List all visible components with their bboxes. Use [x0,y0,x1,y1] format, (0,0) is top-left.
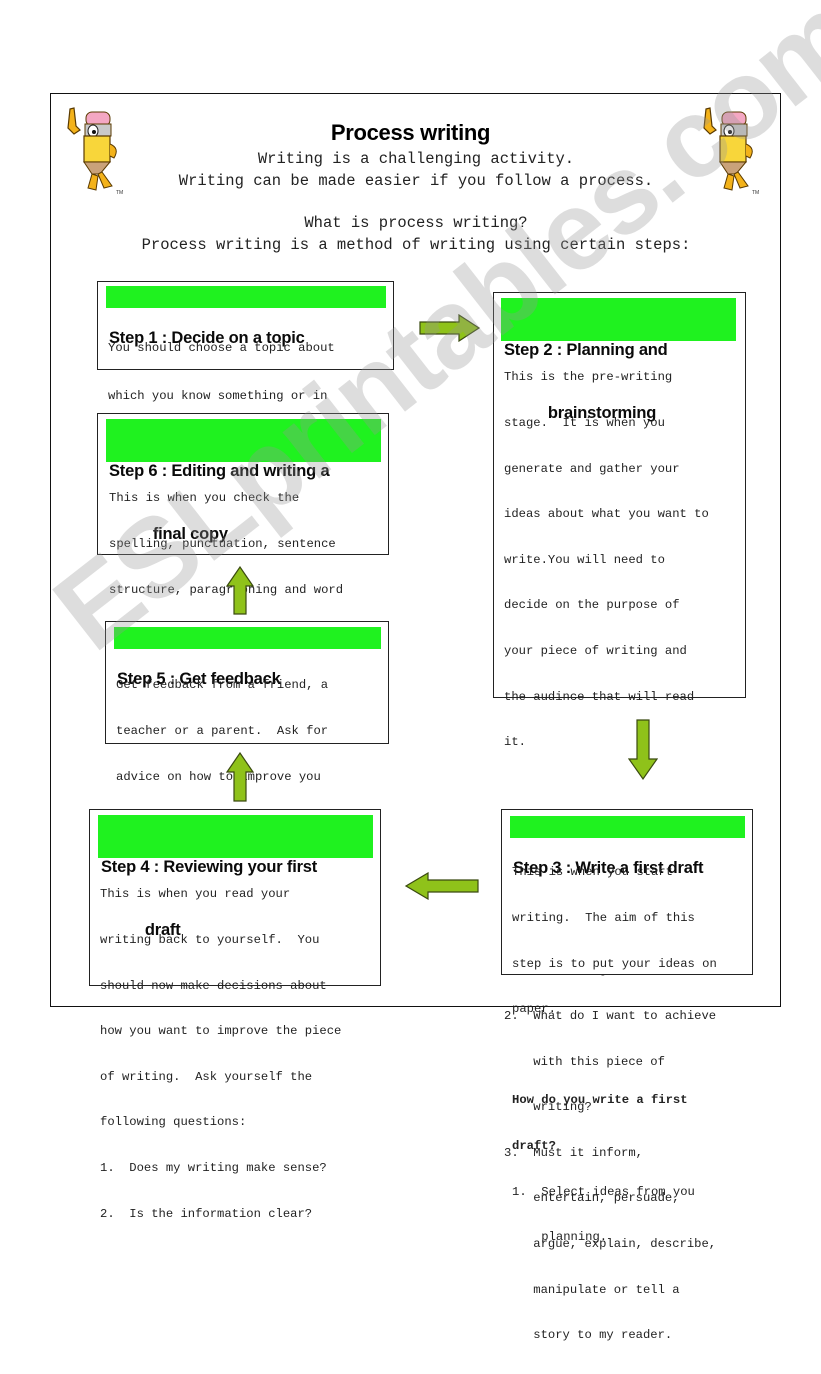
step-2-box: Step 2 : Planning and brainstorming This… [493,292,746,1342]
step-2-question-line: story to my reader. [504,1328,673,1343]
arrow-up-icon-step5-to-6 [226,566,254,615]
step-2-heading: Step 2 : Planning and brainstorming [501,298,736,422]
arrow-up-icon-step4-to-5 [226,752,254,802]
step-6-heading: Step 6 : Editing and writing a final cop… [106,419,381,543]
step-2-body-line: the audince that will read [504,689,695,704]
step-4-box: Step 4 : Reviewing your first draft This… [89,809,381,1221]
step-4-body-line: This is when you read your [100,887,291,902]
page-title: Process writing [330,120,491,145]
step-5-heading: Step 5 : Get feedback [114,627,381,688]
svg-text:TM: TM [116,190,123,196]
step-3-subheading: How do you write a first [512,1093,688,1108]
intro-line-1: Writing is a challenging activity. [257,150,575,168]
step-4-heading: Step 4 : Reviewing your first draft [98,815,373,939]
step-3-body-line: paper. [512,1002,556,1017]
step-4-body: This is when you read your writing back … [100,857,341,1252]
question-line: What is process writing? [304,214,528,232]
step-3-body: This is when you start writing. The aim … [512,835,717,1276]
step-2-body-line: decide on the purpose of [504,598,680,613]
step-2-question-line: manipulate or tell a [504,1282,680,1297]
step-1-body-line: You should choose a topic about [108,341,335,355]
arrow-left-icon [404,872,479,900]
step-3-body-line [512,1048,717,1063]
definition-line: Process writing is a method of writing u… [141,236,691,254]
step-4-question-line: 2. Is the information clear? [100,1206,313,1221]
step-6-body-line: This is when you check the [109,491,300,506]
step-2-body-line: your piece of writing and [504,644,687,659]
step-4-body-line: how you want to improve the piece [100,1024,342,1039]
arrow-down-icon [628,719,658,781]
step-3-list-line: planning. [512,1230,608,1245]
step-1-body-line: which you know something or in [108,389,328,403]
step-3-box: Step 3 : Write a first draft This is whe… [501,809,753,1244]
arrow-right-icon [419,314,481,342]
step-2-body-line: it. [504,735,526,750]
step-3-body-line: This is when you start [512,865,673,880]
step-1-heading: Step 1 : Decide on a topic [106,286,386,347]
step-3-body-line: step is to put your ideas on [512,956,717,971]
step-6-body-line: spelling, punctuation, sentence [109,537,336,552]
step-2-body-line [504,781,716,796]
step-4-body-line: should now make decisions about [100,978,327,993]
step-2-body-line: ideas about what you want to [504,507,709,522]
step-3-body-line: writing. The aim of this [512,911,695,926]
step-6-box: Step 6 : Editing and writing a final cop… [97,413,389,733]
step-1-box: Step 1 : Decide on a topic You should ch… [97,281,394,454]
step-3-subheading: draft? [512,1139,556,1154]
step-5-box: Step 5 : Get feedback Get feedback from … [105,621,389,832]
step-4-body-line: writing back to yourself. You [100,933,320,948]
svg-text:TM: TM [752,190,759,196]
step-5-body-line: advice on how to improve you [116,769,321,784]
step-3-list-line: 1. Select ideas from you [512,1184,695,1199]
step-2-body-line: This is the pre-writing [504,370,673,385]
step-4-body-line: following questions: [100,1115,247,1130]
step-2-body-line: write.You will need to [504,552,665,567]
step-4-body-line: of writing. Ask yourself the [100,1069,313,1084]
step-5-body-line: teacher or a parent. Ask for [116,724,329,739]
step-2-body-line: stage. It is when you [504,416,665,431]
step-5-body-line: Get feedback from a friend, a [116,678,329,693]
step-2-body-line: generate and gather your [504,461,680,476]
intro-line-2: Writing can be made easier if you follow… [178,172,654,190]
